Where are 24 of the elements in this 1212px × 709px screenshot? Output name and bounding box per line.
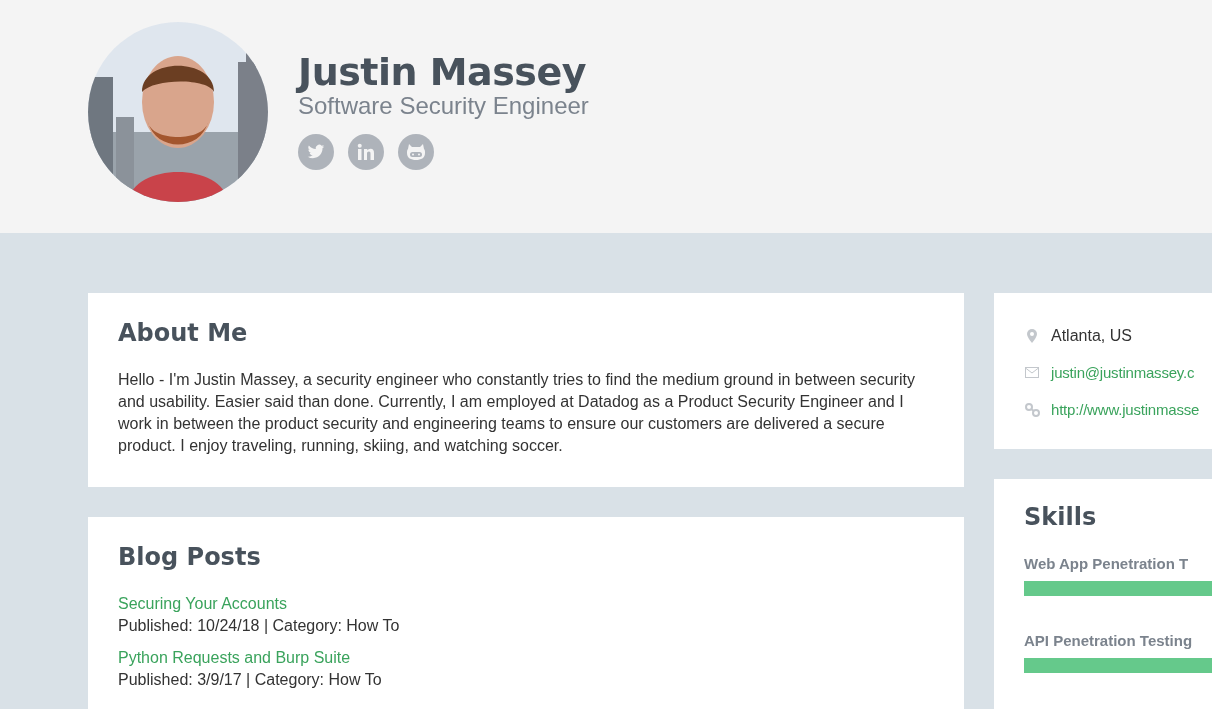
email-link[interactable]: justin@justinmassey.c	[1051, 364, 1195, 381]
twitter-bird-icon	[307, 144, 325, 160]
skill-name: API Penetration Testing	[1024, 632, 1193, 649]
post-meta: Published: 10/24/18 | Category: How To	[118, 616, 401, 636]
website-link[interactable]: http://www.justinmasse	[1051, 401, 1200, 418]
link-icon	[1024, 402, 1040, 417]
location-text: Atlanta, US	[1051, 326, 1132, 345]
skill-name: Web App Penetration T	[1024, 555, 1189, 572]
map-pin-icon	[1027, 328, 1037, 343]
linkedin-link[interactable]	[348, 134, 384, 170]
post-meta: Published: 3/9/17 | Category: How To	[118, 670, 383, 690]
section-heading: Skills	[1024, 503, 1098, 531]
section-heading: About Me	[118, 319, 249, 347]
about-text: Hello - I'm Justin Massey, a security engineer who constantly tries to find the medium ground in between security and usability. Easier said than done. Currently, I am employed at Datadog as a Product Security Engineer and I work in between the product security and engineering teams to ensure our customers are delivered a secure product. I enjoy traveling, running, skiing, and watching soccer.	[118, 370, 916, 456]
envelope-icon	[1025, 367, 1039, 378]
github-link[interactable]	[398, 134, 434, 170]
job-title: Software Security Engineer	[298, 92, 589, 120]
octocat-icon	[406, 143, 426, 161]
post-title-link[interactable]: Securing Your Accounts	[118, 593, 287, 615]
profile-name: Justin Massey	[298, 50, 588, 94]
twitter-link[interactable]	[298, 134, 334, 170]
section-heading: Blog Posts	[118, 543, 262, 571]
linkedin-icon	[357, 143, 375, 161]
post-title-link[interactable]: Python Requests and Burp Suite	[118, 647, 351, 669]
